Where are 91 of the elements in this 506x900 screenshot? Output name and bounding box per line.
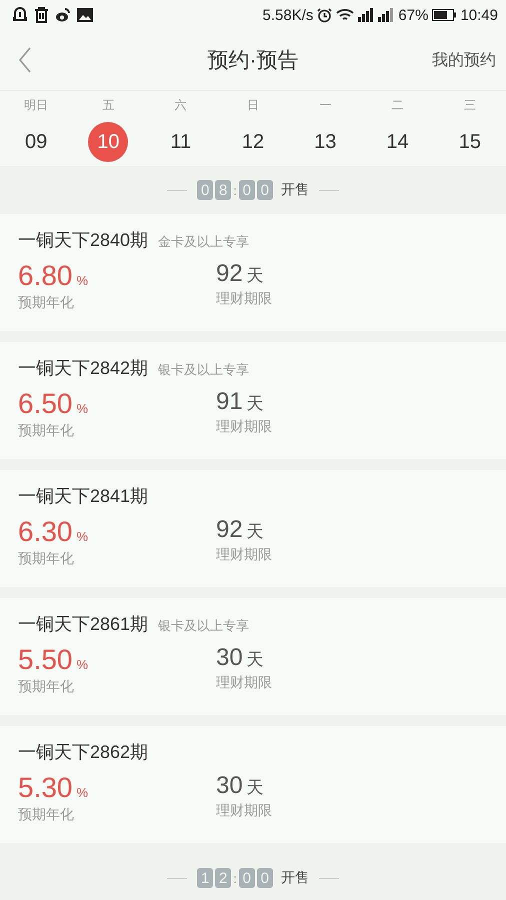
rate-unit: % bbox=[76, 401, 88, 416]
time-digit: 8 bbox=[215, 180, 232, 200]
rate-label: 预期年化 bbox=[18, 422, 75, 440]
time-digit: 1 bbox=[197, 868, 214, 888]
term-label: 理财期限 bbox=[216, 546, 273, 564]
product-card[interactable]: 一铜天下2862期 5.30% 预期年化 30 天 理财期限 bbox=[0, 726, 506, 843]
term-unit: 天 bbox=[246, 649, 264, 671]
rate-label: 预期年化 bbox=[18, 678, 75, 696]
term-unit: 天 bbox=[246, 521, 264, 543]
time-digit: 0 bbox=[238, 868, 255, 888]
rate-unit: % bbox=[76, 785, 88, 800]
time-digit: 2 bbox=[215, 868, 232, 888]
product-card[interactable]: 一铜天下2841期 6.30% 预期年化 92 天 理财期限 bbox=[0, 470, 506, 587]
term-value: 92 bbox=[216, 516, 243, 544]
weekday-label: 明日 bbox=[24, 97, 48, 114]
time-digit: 0 bbox=[256, 180, 273, 200]
weekday-label: 三 bbox=[464, 97, 476, 114]
date-number: 09 bbox=[24, 130, 48, 154]
battery-icon bbox=[432, 9, 456, 21]
date-tab[interactable]: 明日 09 bbox=[0, 91, 72, 166]
date-number: 15 bbox=[458, 130, 482, 154]
term-unit: 天 bbox=[246, 393, 264, 415]
product-name: 一铜天下2840期 bbox=[18, 229, 148, 252]
wifi-icon bbox=[336, 8, 354, 22]
term-label: 理财期限 bbox=[216, 674, 273, 692]
date-tab[interactable]: 一 13 bbox=[289, 91, 362, 166]
time-digit: 0 bbox=[197, 180, 214, 200]
date-tab[interactable]: 五 10 bbox=[72, 91, 145, 166]
date-tab[interactable]: 日 12 bbox=[216, 91, 290, 166]
alarm-clock-icon bbox=[317, 8, 332, 22]
product-name: 一铜天下2842期 bbox=[18, 357, 148, 380]
term-label: 理财期限 bbox=[216, 290, 273, 308]
trash-icon bbox=[34, 7, 49, 23]
date-tab[interactable]: 三 15 bbox=[434, 91, 506, 166]
rate-unit: % bbox=[76, 529, 88, 544]
weekday-label: 一 bbox=[319, 97, 332, 114]
rate-value: 5.50 bbox=[18, 644, 72, 676]
sale-label: 开售 bbox=[280, 869, 309, 887]
notification-bell-icon bbox=[12, 7, 28, 23]
time-separator: : bbox=[233, 182, 237, 198]
weekday-label: 五 bbox=[102, 97, 114, 114]
time-digit: 0 bbox=[238, 180, 255, 200]
term-value: 91 bbox=[216, 388, 243, 416]
rate-label: 预期年化 bbox=[18, 550, 75, 568]
term-unit: 天 bbox=[246, 777, 264, 799]
date-tab[interactable]: 二 14 bbox=[361, 91, 434, 166]
term-label: 理财期限 bbox=[216, 802, 273, 820]
date-number: 10 bbox=[88, 122, 128, 162]
page-title: 预约·预告 bbox=[208, 48, 298, 74]
network-speed: 5.58K/s bbox=[262, 6, 314, 24]
membership-tag: 金卡及以上专享 bbox=[158, 233, 250, 251]
date-number: 12 bbox=[240, 130, 266, 154]
product-name: 一铜天下2861期 bbox=[18, 613, 148, 636]
signal-icon bbox=[378, 8, 394, 22]
term-value: 92 bbox=[216, 260, 243, 288]
term-unit: 天 bbox=[246, 265, 264, 287]
rate-label: 预期年化 bbox=[18, 806, 75, 824]
term-value: 30 bbox=[216, 644, 243, 672]
date-number: 11 bbox=[169, 130, 192, 154]
date-tab[interactable]: 六 11 bbox=[144, 91, 217, 166]
time-digit: 0 bbox=[256, 868, 273, 888]
rate-label: 预期年化 bbox=[18, 294, 75, 312]
rate-value: 6.80 bbox=[18, 260, 72, 292]
date-number: 14 bbox=[385, 130, 410, 154]
term-label: 理财期限 bbox=[216, 418, 273, 436]
my-reservations-link[interactable]: 我的预约 bbox=[432, 50, 496, 70]
date-number: 13 bbox=[313, 130, 338, 154]
product-card[interactable]: 一铜天下2840期 金卡及以上专享 6.80% 预期年化 92 天 理财期限 bbox=[0, 214, 506, 331]
product-name: 一铜天下2841期 bbox=[18, 485, 148, 508]
time-separator: : bbox=[233, 870, 237, 886]
battery-percent: 67% bbox=[398, 6, 428, 24]
weekday-label: 日 bbox=[246, 97, 259, 114]
membership-tag: 银卡及以上专享 bbox=[158, 617, 250, 635]
sale-label: 开售 bbox=[280, 181, 309, 199]
rate-unit: % bbox=[76, 657, 88, 672]
signal-icon bbox=[358, 8, 374, 22]
back-chevron-icon bbox=[18, 47, 32, 73]
product-card[interactable]: 一铜天下2842期 银卡及以上专享 6.50% 预期年化 91 天 理财期限 bbox=[0, 342, 506, 459]
rate-value: 6.30 bbox=[18, 516, 72, 548]
membership-tag: 银卡及以上专享 bbox=[158, 361, 250, 379]
rate-unit: % bbox=[76, 273, 88, 288]
weekday-label: 二 bbox=[392, 97, 404, 114]
weekday-label: 六 bbox=[174, 97, 187, 114]
product-name: 一铜天下2862期 bbox=[18, 741, 148, 764]
clock-time: 10:49 bbox=[460, 6, 498, 24]
term-value: 30 bbox=[216, 772, 243, 800]
product-card[interactable]: 一铜天下2861期 银卡及以上专享 5.50% 预期年化 30 天 理财期限 bbox=[0, 598, 506, 715]
image-icon bbox=[77, 8, 93, 22]
weibo-icon bbox=[55, 7, 71, 23]
rate-value: 5.30 bbox=[18, 772, 72, 804]
rate-value: 6.50 bbox=[18, 388, 72, 420]
